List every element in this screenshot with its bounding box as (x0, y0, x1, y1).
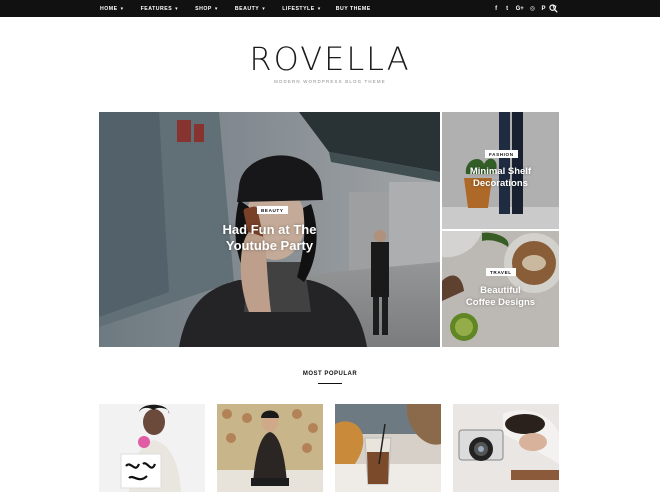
featured-post-side-bottom[interactable]: TRAVEL Beautiful Coffee Designs (442, 231, 559, 347)
search-icon[interactable] (549, 4, 558, 13)
woman-with-sign-photo (99, 404, 205, 492)
chevron-down-icon: ▾ (120, 5, 124, 12)
nav-item-label: LIFESTYLE (282, 5, 315, 12)
facebook-icon[interactable]: f (494, 6, 499, 12)
nav-item-label: SHOP (195, 5, 212, 12)
category-badge[interactable]: FASHION (485, 150, 518, 158)
chevron-down-icon: ▾ (214, 5, 218, 12)
main-menu: HOME ▾ FEATURES ▾ SHOP ▾ BEAUTY ▾ LIFESTYLE ▾… (100, 0, 388, 17)
featured-post-main[interactable]: BEAUTY Had Fun at The Youtube Party (99, 112, 440, 347)
site-tagline: MODERN WORDPRESS BLOG THEME (274, 79, 386, 84)
title-line: Minimal Shelf (469, 166, 532, 177)
pinterest-icon[interactable]: P (541, 6, 546, 12)
social-links: f t G+ ◎ P V (494, 0, 557, 17)
nav-item-home[interactable]: HOME ▾ (100, 6, 124, 12)
category-badge[interactable]: BEAUTY (257, 206, 288, 214)
title-line: Had Fun at The (222, 222, 317, 237)
nav-item-label: BEAUTY (234, 5, 260, 12)
category-badge[interactable]: TRAVEL (486, 268, 516, 276)
google-plus-icon[interactable]: G+ (516, 6, 524, 12)
nav-item-label: HOME (100, 5, 118, 12)
nav-item-shop[interactable]: SHOP ▾ (195, 6, 218, 12)
section-divider (318, 383, 342, 384)
chevron-down-icon: ▾ (262, 5, 266, 12)
title-line: Coffee Designs (465, 297, 536, 308)
nav-item-beauty[interactable]: BEAUTY ▾ (235, 6, 265, 12)
section-title-most-popular: MOST POPULAR (302, 371, 358, 377)
popular-post-thumb[interactable] (99, 404, 205, 492)
title-line: Youtube Party (225, 237, 314, 253)
title-line: Decorations (473, 178, 528, 189)
instagram-icon[interactable]: ◎ (530, 6, 535, 12)
site-logo[interactable]: ROVELLA (0, 40, 660, 78)
chevron-down-icon: ▾ (175, 5, 179, 12)
title-line: Beautiful (480, 285, 521, 296)
popular-post-thumb[interactable] (335, 404, 441, 492)
man-sitting-photo (217, 404, 323, 492)
camera-and-sleeping-woman-photo (453, 404, 559, 492)
nav-item-label: FEATURES (140, 5, 173, 12)
featured-post-side-top[interactable]: FASHION Minimal Shelf Decorations (442, 112, 559, 229)
featured-post-title[interactable]: Beautiful Coffee Designs (442, 285, 559, 309)
featured-post-title[interactable]: Minimal Shelf Decorations (442, 166, 559, 190)
nav-item-features[interactable]: FEATURES ▾ (141, 6, 179, 12)
popular-post-thumb[interactable] (453, 404, 559, 492)
chevron-down-icon: ▾ (317, 5, 321, 12)
featured-post-title[interactable]: Had Fun at The Youtube Party (169, 222, 370, 253)
nav-item-lifestyle[interactable]: LIFESTYLE ▾ (282, 6, 320, 12)
popular-post-thumb[interactable] (217, 404, 323, 492)
iced-coffee-photo (335, 404, 441, 492)
twitter-icon[interactable]: t (505, 6, 510, 12)
top-navigation-bar: HOME ▾ FEATURES ▾ SHOP ▾ BEAUTY ▾ LIFESTYLE ▾… (0, 0, 660, 17)
buy-theme-link[interactable]: BUY THEME (336, 6, 371, 12)
